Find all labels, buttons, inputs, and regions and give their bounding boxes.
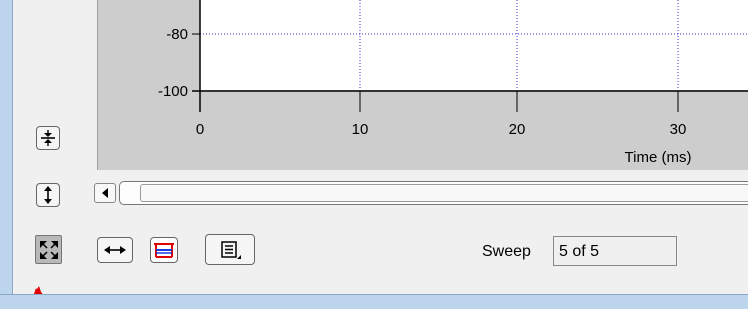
arrows-diverge-vertical-icon [44, 186, 52, 204]
expand-vertical-button[interactable] [36, 183, 60, 207]
autoscale-all-button[interactable] [35, 235, 62, 264]
scroll-track[interactable] [119, 181, 748, 205]
window-bottom-edge [0, 294, 748, 309]
x-tick-label: 0 [196, 121, 204, 138]
shrink-vertical-button[interactable] [36, 126, 60, 150]
horizontal-scrollbar[interactable] [94, 181, 748, 205]
x-tick-label: 20 [509, 121, 526, 138]
baseline-button[interactable] [150, 237, 178, 263]
y-tick-label: -80 [166, 26, 188, 43]
arrows-expand-four-corners-icon [39, 240, 58, 259]
plot-svg: -80 -100 0 10 20 30 Time (ms) [158, 0, 748, 166]
sweep-counter-field[interactable]: 5 of 5 [553, 236, 677, 266]
window-left-edge [0, 0, 13, 308]
list-lines-icon [221, 240, 241, 259]
arrows-converge-vertical-icon [41, 130, 55, 146]
expand-horizontal-button[interactable] [97, 237, 133, 263]
scroll-left-button[interactable] [94, 183, 116, 203]
y-tick-label: -100 [158, 83, 188, 100]
sweep-label: Sweep [482, 243, 531, 260]
x-axis-title: Time (ms) [625, 149, 692, 166]
x-tick-label: 30 [670, 121, 687, 138]
scroll-thumb[interactable] [140, 184, 748, 202]
x-tick-label: 10 [352, 121, 369, 138]
plot-background [200, 0, 748, 90]
red-blue-baseline-icon [154, 243, 174, 258]
graph-area: -80 -100 0 10 20 30 Time (ms) [97, 0, 748, 170]
sweep-list-button[interactable] [205, 234, 255, 265]
arrows-left-right-icon [104, 246, 126, 254]
triangle-left-icon [102, 188, 108, 198]
